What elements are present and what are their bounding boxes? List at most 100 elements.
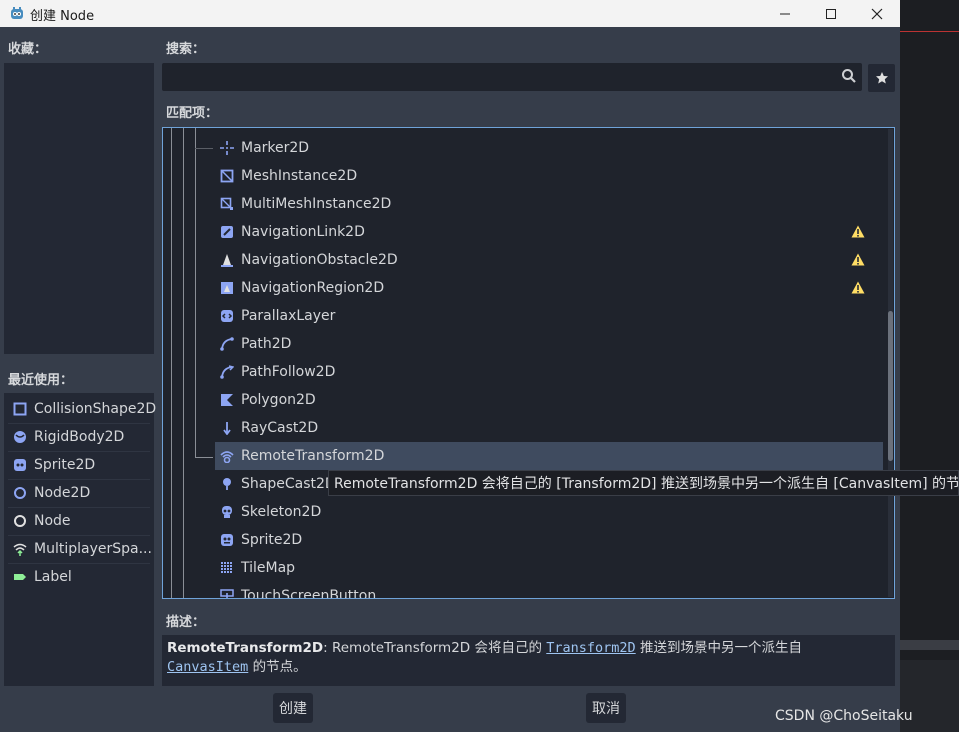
search-label: 搜索： [166,42,206,57]
tree-row-sprite2d[interactable]: Sprite2D [215,526,883,554]
recent-item-sprite2d[interactable]: Sprite2D [12,453,95,477]
navigationregion2d-icon [219,280,235,296]
sprite2d-icon [219,532,235,548]
tree-row-label: Marker2D [241,140,310,156]
label-icon [12,569,28,585]
description-text: 的节点。 [248,659,307,675]
minimize-icon [780,13,790,14]
tooltip-text: RemoteTransform2D 会将自己的 [Transform2D] 推送… [334,476,959,492]
tree-row-navigationlink2d[interactable]: NavigationLink2D [215,218,883,246]
matches-tree[interactable]: Marker2D MeshInstance2D MultiMeshInstanc… [162,127,895,599]
description-panel: RemoteTransform2D: RemoteTransform2D 会将自… [162,635,895,686]
recent-item-rigidbody2d[interactable]: RigidBody2D [12,425,124,449]
recent-item-node[interactable]: Node [12,509,71,533]
tree-row-label: TouchScreenButton [241,588,377,599]
tree-row-label: ShapeCast2D [241,476,336,492]
tree-row-parallaxlayer[interactable]: ParallaxLayer [215,302,883,330]
tree-row-label: PathFollow2D [241,364,336,380]
tree-row-marker2d[interactable]: Marker2D [215,134,883,162]
tree-row-polygon2d[interactable]: Polygon2D [215,386,883,414]
collisionshape2d-icon [12,401,28,417]
warning-icon [851,281,865,294]
cancel-button[interactable]: 取消 [586,693,626,723]
transform2d-link[interactable]: Transform2D [546,640,635,656]
tree-row-label: MultiMeshInstance2D [241,196,392,212]
matches-scrollbar[interactable] [888,129,893,597]
recent-label: 最近使用： [8,373,74,388]
tree-row-path2d[interactable]: Path2D [215,330,883,358]
title-bar: 创建 Node [0,0,900,27]
create-node-dialog: 收藏： 最近使用： CollisionShape2D RigidBody2D S… [0,27,900,732]
marker2d-icon [219,140,235,156]
node2d-icon [12,485,28,501]
recent-panel: CollisionShape2D RigidBody2D Sprite2D No… [4,393,156,686]
tree-row-navigationregion2d[interactable]: NavigationRegion2D [215,274,883,302]
star-icon [875,72,888,84]
recent-item-label: Node2D [34,485,91,501]
recent-item-label: RigidBody2D [34,429,125,445]
recent-item-multiplayerspawner[interactable]: MultiplayerSpa... [12,537,152,561]
minimize-button[interactable] [762,0,808,27]
recent-item-label: CollisionShape2D [34,401,157,417]
close-icon [871,8,883,19]
warning-icon [851,225,865,238]
recent-item-label: MultiplayerSpa... [34,541,152,557]
tree-row-label: Sprite2D [241,532,303,548]
recent-item-label-node[interactable]: Label [12,565,72,589]
warning-icon [851,253,865,266]
favorites-label: 收藏： [8,42,48,57]
tree-row-label: Path2D [241,336,292,352]
tree-row-label: NavigationLink2D [241,224,365,240]
touchscreenbutton-icon [219,588,235,598]
tree-row-label: NavigationRegion2D [241,280,385,296]
tree-row-skeleton2d[interactable]: Skeleton2D [215,498,883,526]
favorites-panel[interactable] [4,63,154,354]
description-text: RemoteTransform2D 会将自己的 [331,640,547,656]
tree-row-label: ParallaxLayer [241,308,336,324]
multiplayerspawner-icon [12,541,28,557]
meshinstance2d-icon [219,168,235,184]
recent-item-node2d[interactable]: Node2D [12,481,90,505]
parallaxlayer-icon [219,308,235,324]
tree-row-meshinstance2d[interactable]: MeshInstance2D [215,162,883,190]
recent-item-collisionshape2d[interactable]: CollisionShape2D [12,397,156,421]
watermark: CSDN @ChoSeitaku [775,708,913,724]
tree-row-pathfollow2d[interactable]: PathFollow2D [215,358,883,386]
shapecast2d-icon [219,476,235,492]
godot-logo-icon [11,7,23,19]
maximize-icon [826,8,836,19]
navigationobstacle2d-icon [219,252,235,268]
scrollbar-thumb[interactable] [888,311,893,461]
favorite-toggle-button[interactable] [868,64,895,92]
tree-row-multimeshinstance2d[interactable]: MultiMeshInstance2D [215,190,883,218]
recent-item-label: Label [34,569,72,585]
background-editor [900,0,959,732]
raycast2d-icon [219,420,235,436]
tree-row-touchscreenbutton[interactable]: TouchScreenButton [215,582,883,599]
tilemap-icon [219,560,235,576]
node-icon [12,513,28,529]
rigidbody2d-icon [12,429,28,445]
tooltip: RemoteTransform2D 会将自己的 [Transform2D] 推送… [328,470,959,496]
maximize-button[interactable] [808,0,854,27]
tree-row-remotetransform2d[interactable]: RemoteTransform2D [215,442,883,470]
remotetransform2d-icon [219,448,235,464]
pathfollow2d-icon [219,364,235,380]
create-button[interactable]: 创建 [273,693,313,723]
canvasitem-link[interactable]: CanvasItem [167,659,248,675]
tree-row-label: MeshInstance2D [241,168,358,184]
description-label: 描述： [166,615,206,630]
tree-row-raycast2d[interactable]: RayCast2D [215,414,883,442]
tree-row-label: RayCast2D [241,420,319,436]
search-input[interactable] [162,63,862,91]
path2d-icon [219,336,235,352]
tree-row-navigationobstacle2d[interactable]: NavigationObstacle2D [215,246,883,274]
tree-row-label: NavigationObstacle2D [241,252,398,268]
sprite2d-icon [12,457,28,473]
recent-item-label: Node [34,513,71,529]
close-button[interactable] [854,0,900,27]
navigationlink2d-icon [219,224,235,240]
tree-row-tilemap[interactable]: TileMap [215,554,883,582]
skeleton2d-icon [219,504,235,520]
description-node-name: RemoteTransform2D [167,640,324,656]
